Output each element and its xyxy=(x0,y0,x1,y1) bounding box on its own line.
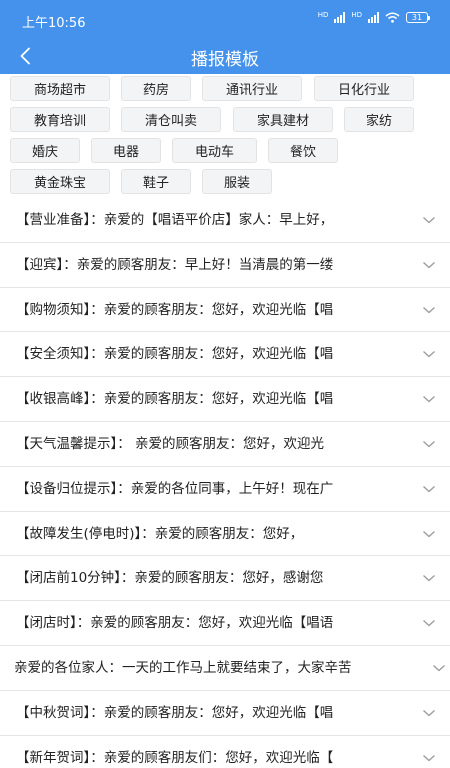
wifi-icon xyxy=(385,12,400,23)
template-list: 【营业准备】：亲爱的【唱语平价店】家人：早上好， 【迎宾】：亲爱的顾客朋友：早上… xyxy=(0,198,450,768)
template-row[interactable]: 【中秋贺词】：亲爱的顾客朋友：您好，欢迎光临【唱 xyxy=(0,691,450,736)
category-chip[interactable]: 通讯行业 xyxy=(202,76,302,101)
template-row[interactable]: 【天气温馨提示】： 亲爱的顾客朋友：您好，欢迎光 xyxy=(0,422,450,467)
template-text: 【购物须知】：亲爱的顾客朋友：您好，欢迎光临【唱 xyxy=(16,301,334,318)
template-row[interactable]: 【迎宾】：亲爱的顾客朋友：早上好！当清晨的第一缕 xyxy=(0,243,450,288)
template-row[interactable]: 【故障发生(停电时)】：亲爱的顾客朋友：您好， xyxy=(0,512,450,557)
status-time: 上午10:56 xyxy=(22,16,86,31)
template-row[interactable]: 【闭店时】：亲爱的顾客朋友：您好，欢迎光临【唱语 xyxy=(0,601,450,646)
chevron-down-icon[interactable] xyxy=(422,573,436,583)
template-row[interactable]: 【购物须知】：亲爱的顾客朋友：您好，欢迎光临【唱 xyxy=(0,288,450,333)
chevron-down-icon[interactable] xyxy=(422,753,436,763)
chevron-down-icon[interactable] xyxy=(422,349,436,359)
category-chip[interactable]: 药房 xyxy=(121,76,191,101)
page-title: 播报模板 xyxy=(191,50,259,70)
status-icons: HD HD 31 xyxy=(317,11,430,23)
title-bar: 播报模板 xyxy=(0,38,450,74)
hd-indicator-2: HD xyxy=(351,11,362,19)
battery-icon: 31 xyxy=(406,12,430,23)
template-row[interactable]: 【收银高峰】：亲爱的顾客朋友：您好，欢迎光临【唱 xyxy=(0,377,450,422)
category-chip[interactable]: 服装 xyxy=(202,169,272,194)
template-row[interactable]: 【闭店前10分钟】：亲爱的顾客朋友：您好，感谢您 xyxy=(0,556,450,602)
header-bar: 上午10:56 HD HD 31 播报模板 xyxy=(0,0,450,74)
category-chip[interactable]: 家纺 xyxy=(344,107,414,132)
category-chip[interactable]: 电器 xyxy=(91,138,161,163)
chevron-down-icon[interactable] xyxy=(422,394,436,404)
signal-icon xyxy=(334,12,346,23)
template-row[interactable]: 【设备归位提示】：亲爱的各位同事，上午好！现在广 xyxy=(0,467,450,512)
template-text: 【营业准备】：亲爱的【唱语平价店】家人：早上好， xyxy=(16,212,334,228)
chevron-down-icon[interactable] xyxy=(422,305,436,315)
template-row[interactable]: 【新年贺词】：亲爱的顾客朋友们：您好，欢迎光临【 xyxy=(0,736,450,768)
category-chip[interactable]: 鞋子 xyxy=(121,169,191,194)
chevron-down-icon[interactable] xyxy=(422,260,436,270)
template-row[interactable]: 亲爱的各位家人：一天的工作马上就要结束了，大家辛苦 xyxy=(0,646,450,691)
chevron-down-icon[interactable] xyxy=(422,618,436,628)
template-text: 【新年贺词】：亲爱的顾客朋友们：您好，欢迎光临【 xyxy=(16,749,334,766)
chevron-down-icon[interactable] xyxy=(422,708,436,718)
chevron-down-icon[interactable] xyxy=(422,529,436,539)
category-chip[interactable]: 教育培训 xyxy=(10,107,110,132)
chevron-down-icon[interactable] xyxy=(422,484,436,494)
category-chip[interactable]: 餐饮 xyxy=(268,138,338,163)
template-text: 【天气温馨提示】： 亲爱的顾客朋友：您好，欢迎光 xyxy=(16,435,325,452)
template-row[interactable]: 【安全须知】：亲爱的顾客朋友：您好，欢迎光临【唱 xyxy=(0,332,450,378)
template-text: 【闭店时】：亲爱的顾客朋友：您好，欢迎光临【唱语 xyxy=(16,615,334,632)
category-chip[interactable]: 商场超市 xyxy=(10,76,110,101)
template-text: 【故障发生(停电时)】：亲爱的顾客朋友：您好， xyxy=(16,525,304,542)
template-text: 【闭店前10分钟】：亲爱的顾客朋友：您好，感谢您 xyxy=(16,570,324,587)
status-bar: 上午10:56 HD HD 31 xyxy=(0,0,450,38)
category-chip[interactable]: 家具建材 xyxy=(233,107,333,132)
category-chip[interactable]: 清仓叫卖 xyxy=(121,107,221,132)
chevron-down-icon[interactable] xyxy=(432,663,446,673)
template-text: 【迎宾】：亲爱的顾客朋友：早上好！当清晨的第一缕 xyxy=(16,256,334,273)
template-text: 【安全须知】：亲爱的顾客朋友：您好，欢迎光临【唱 xyxy=(16,346,334,363)
template-text: 【收银高峰】：亲爱的顾客朋友：您好，欢迎光临【唱 xyxy=(16,391,334,408)
hd-indicator: HD xyxy=(317,11,329,19)
template-text: 亲爱的各位家人：一天的工作马上就要结束了，大家辛苦 xyxy=(14,659,352,676)
template-text: 【设备归位提示】：亲爱的各位同事，上午好！现在广 xyxy=(16,480,334,497)
category-chip[interactable]: 黄金珠宝 xyxy=(10,169,110,194)
category-chip[interactable]: 电动车 xyxy=(172,138,257,163)
chevron-down-icon[interactable] xyxy=(422,439,436,449)
signal-icon-2 xyxy=(368,12,379,23)
template-text: 【中秋贺词】：亲爱的顾客朋友：您好，欢迎光临【唱 xyxy=(16,704,334,721)
category-chip[interactable]: 日化行业 xyxy=(314,76,414,101)
category-chips: 商场超市 药房 通讯行业 日化行业 教育培训 清仓叫卖 家具建材 家纺 婚庆 电… xyxy=(0,74,450,198)
category-chip[interactable]: 婚庆 xyxy=(10,138,80,163)
chevron-down-icon[interactable] xyxy=(422,215,436,225)
template-row[interactable]: 【营业准备】：亲爱的【唱语平价店】家人：早上好， xyxy=(0,198,450,243)
